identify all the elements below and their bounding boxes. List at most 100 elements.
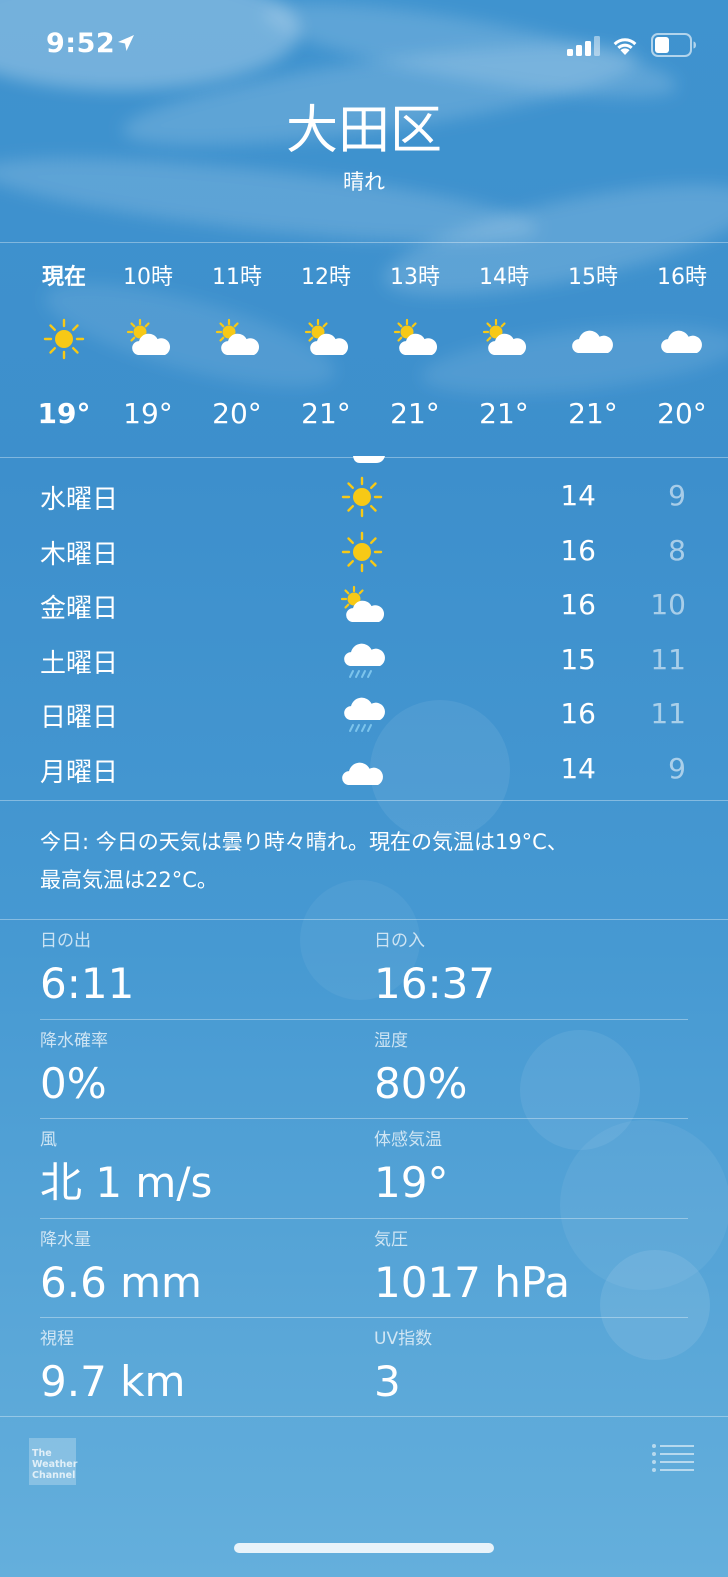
- uv-index-cell: UV指数 3: [374, 1328, 694, 1410]
- detail-row: 降水確率 0% 湿度 80%: [40, 1020, 688, 1119]
- detail-label: 視程: [40, 1329, 74, 1349]
- hour-column: 10時 19°: [103, 243, 193, 459]
- logo-text: Channel: [32, 1470, 76, 1481]
- hour-label: 14時: [479, 265, 529, 290]
- cloud-icon: [572, 330, 613, 353]
- hour-column: 14時 21°: [459, 243, 549, 459]
- hour-temp: 21°: [479, 397, 529, 430]
- detail-row: 風 北 1 m/s 体感気温 19°: [40, 1119, 688, 1219]
- precip-chance-cell: 降水確率 0%: [40, 1030, 360, 1112]
- sunrise-cell: 日の出 6:11: [40, 930, 360, 1012]
- day-name: 土曜日: [40, 648, 119, 679]
- daily-row: 月曜日 14 9: [0, 742, 728, 797]
- day-high-temp: 14: [560, 479, 596, 512]
- weather-details: 日の出 6:11 日の入 16:37 降水確率 0% 湿度 80% 風 北 1 …: [40, 920, 688, 1418]
- hour-temp: 21°: [301, 397, 351, 430]
- today-summary: 今日: 今日の天気は曇り時々晴れ。現在の気温は19°C、 最高気温は22°C。: [0, 800, 728, 920]
- hour-temp: 20°: [657, 397, 707, 430]
- hour-temp: 19°: [123, 397, 173, 430]
- detail-value: 19°: [374, 1158, 449, 1207]
- scrolled-cloud-icon: [353, 456, 385, 463]
- wind-cell: 風 北 1 m/s: [40, 1129, 360, 1211]
- humidity-cell: 湿度 80%: [374, 1030, 694, 1112]
- hour-temp: 20°: [212, 397, 262, 430]
- daily-row: 金曜日 16 10: [0, 578, 728, 633]
- sunset-cell: 日の入 16:37: [374, 930, 694, 1012]
- sun-icon: [341, 476, 383, 518]
- detail-value: 6.6 mm: [40, 1257, 202, 1307]
- daily-row: 土曜日 15 11: [0, 633, 728, 688]
- weather-channel-logo[interactable]: The Weather Channel: [29, 1438, 78, 1485]
- precipitation-cell: 降水量 6.6 mm: [40, 1229, 360, 1311]
- hour-temp: 19°: [37, 397, 91, 430]
- detail-label: UV指数: [374, 1329, 433, 1349]
- hour-temp: 21°: [568, 397, 618, 430]
- location-header: 大田区 晴れ: [0, 96, 728, 196]
- detail-label: 体感気温: [374, 1130, 442, 1150]
- hour-label: 16時: [657, 265, 707, 290]
- visibility-cell: 視程 9.7 km: [40, 1328, 360, 1410]
- hourly-forecast[interactable]: 現在 19° 10時 19° 11時 20° 12時 21° 13時 21° 1…: [0, 242, 728, 458]
- hour-column: 15時 21°: [548, 243, 638, 459]
- hour-column: 13時 21°: [370, 243, 460, 459]
- partly-cloudy-icon: [215, 318, 260, 355]
- day-high-temp: 16: [560, 533, 596, 567]
- detail-row: 視程 9.7 km UV指数 3: [40, 1318, 688, 1418]
- detail-label: 日の出: [40, 931, 91, 951]
- logo-text: Weather: [32, 1459, 78, 1470]
- detail-label: 気圧: [374, 1229, 408, 1250]
- day-low-temp: 9: [668, 751, 686, 785]
- sun-icon: [43, 318, 85, 360]
- day-name: 水曜日: [40, 485, 119, 515]
- detail-value: 16:37: [374, 959, 496, 1008]
- detail-label: 風: [40, 1130, 57, 1150]
- hour-column: 現在 19°: [19, 243, 109, 459]
- hour-column: 16時 20°: [637, 243, 727, 459]
- summary-line: 最高気温は22°C。: [40, 868, 218, 892]
- day-name: 月曜日: [40, 757, 119, 788]
- detail-value: 9.7 km: [40, 1357, 186, 1406]
- day-low-temp: 8: [668, 533, 686, 567]
- daily-row: 木曜日 16 8: [0, 524, 728, 579]
- summary-line: 今日: 今日の天気は曇り時々晴れ。現在の気温は19°C、: [40, 830, 568, 854]
- rain-icon: [344, 643, 385, 678]
- partly-cloudy-icon: [393, 318, 438, 355]
- detail-value: 0%: [40, 1058, 107, 1108]
- home-indicator[interactable]: [234, 1543, 494, 1553]
- hour-label: 10時: [123, 265, 173, 290]
- daily-row: 日曜日 16 11: [0, 687, 728, 742]
- detail-label: 湿度: [374, 1030, 408, 1051]
- city-list-icon[interactable]: [651, 1443, 695, 1473]
- detail-value: 北 1 m/s: [40, 1158, 213, 1207]
- partly-cloudy-icon: [304, 318, 349, 355]
- cloud-icon: [342, 762, 383, 785]
- day-high-temp: 15: [560, 642, 596, 676]
- daily-forecast[interactable]: 水曜日 14 9 木曜日 16 8 金曜日 16 10 土曜日 15 11 日曜…: [0, 469, 728, 796]
- city-name: 大田区: [285, 101, 442, 161]
- detail-value: 1017 hPa: [374, 1257, 571, 1307]
- battery-icon: [651, 33, 696, 57]
- day-low-temp: 10: [650, 588, 686, 621]
- partly-cloudy-icon: [482, 318, 527, 355]
- partly-cloudy-icon: [126, 318, 171, 355]
- hour-label: 12時: [301, 265, 351, 290]
- feels-like-cell: 体感気温 19°: [374, 1129, 694, 1211]
- partly-cloudy-icon: [340, 585, 385, 622]
- day-high-temp: 14: [560, 751, 596, 785]
- current-condition: 晴れ: [343, 170, 385, 194]
- footer-toolbar: The Weather Channel: [0, 1416, 728, 1577]
- rain-icon: [344, 697, 385, 732]
- daily-row: 水曜日 14 9: [0, 469, 728, 524]
- hour-label: 15時: [568, 265, 618, 290]
- day-low-temp: 11: [650, 697, 686, 730]
- detail-value: 6:11: [40, 959, 135, 1008]
- hour-column: 12時 21°: [281, 243, 371, 459]
- detail-row: 日の出 6:11 日の入 16:37: [40, 920, 688, 1020]
- hour-temp: 21°: [390, 397, 440, 430]
- status-bar: 9:52: [0, 0, 728, 90]
- hour-label: 11時: [212, 265, 262, 290]
- day-name: 金曜日: [40, 594, 119, 624]
- day-name: 日曜日: [40, 703, 119, 733]
- detail-label: 降水量: [40, 1229, 91, 1250]
- pressure-cell: 気圧 1017 hPa: [374, 1229, 694, 1311]
